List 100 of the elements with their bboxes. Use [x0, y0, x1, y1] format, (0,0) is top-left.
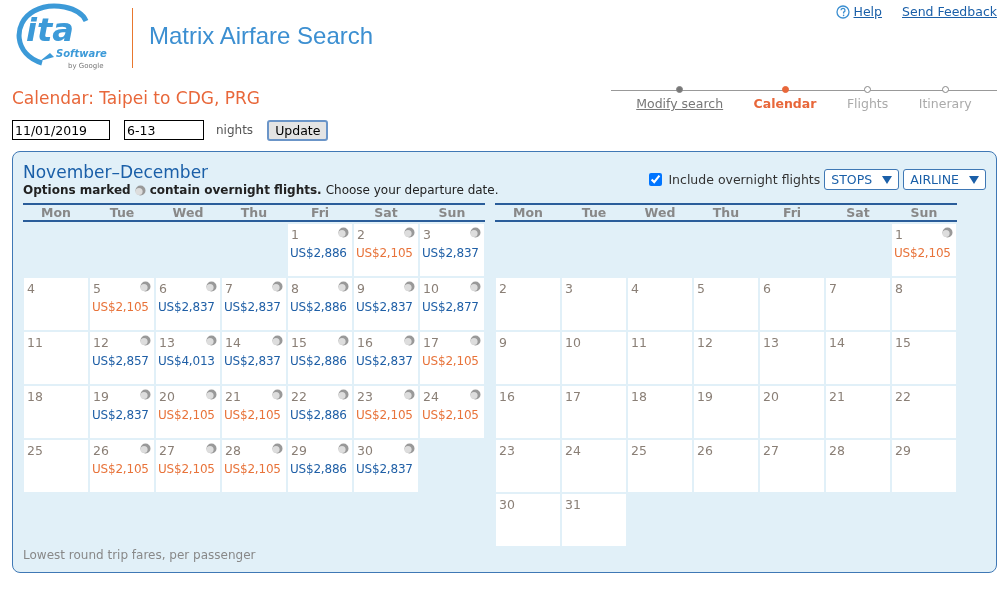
- fare-link[interactable]: US$2,837: [356, 354, 418, 368]
- day-cell[interactable]: 14 US$2,837: [222, 332, 286, 384]
- day-number: 11: [26, 335, 43, 350]
- filter-dropdown[interactable]: AIRLINE: [903, 169, 986, 190]
- day-cell[interactable]: 16 US$2,837: [354, 332, 418, 384]
- day-number: 29: [894, 443, 911, 458]
- weekday-header: Sat: [373, 205, 399, 220]
- day-number: 23: [498, 443, 515, 458]
- day-number: 9: [356, 281, 365, 296]
- day-number: 3: [422, 227, 431, 242]
- nights-label: nights: [216, 123, 254, 137]
- fare-link[interactable]: US$2,837: [224, 300, 286, 314]
- overnight-checkbox[interactable]: [649, 173, 663, 186]
- day-cell[interactable]: 10 US$2,877: [420, 278, 484, 330]
- weekday-header: Tue: [108, 205, 136, 220]
- date-field[interactable]: 11/01/2019: [12, 120, 110, 140]
- day-cell[interactable]: 13 US$4,013: [156, 332, 220, 384]
- day-cell[interactable]: 12 US$2,857: [90, 332, 154, 384]
- fare-link[interactable]: US$4,013: [158, 354, 220, 368]
- day-number: 10: [564, 335, 581, 350]
- day-cell[interactable]: 2 US$2,105: [354, 224, 418, 276]
- day-number: 4: [630, 281, 639, 296]
- day-cell[interactable]: 15 US$2,886: [288, 332, 352, 384]
- day-cell[interactable]: 20 US$2,105: [156, 386, 220, 438]
- checkbox-label: Include overnight flights: [668, 172, 821, 187]
- fare-link[interactable]: US$2,837: [356, 300, 418, 314]
- weekday-header: Fri: [309, 205, 331, 220]
- day-number: 8: [290, 281, 299, 296]
- weekday-header: Wed: [171, 205, 205, 220]
- day-cell[interactable]: 9 US$2,837: [354, 278, 418, 330]
- day-number: 8: [894, 281, 903, 296]
- weekday-header: Sun: [437, 205, 467, 220]
- day-number: 24: [564, 443, 581, 458]
- calendar-title: November–December: [23, 162, 210, 182]
- day-number: 16: [498, 389, 515, 404]
- day-cell[interactable]: 28 US$2,105: [222, 440, 286, 492]
- feedback-link[interactable]: Send Feedback: [902, 4, 997, 19]
- fare-link[interactable]: US$2,886: [290, 246, 352, 260]
- day-number: 10: [422, 281, 439, 296]
- day-number: 22: [290, 389, 307, 404]
- day-cell[interactable]: 24 US$2,105: [420, 386, 484, 438]
- day-cell[interactable]: 22 US$2,886: [288, 386, 352, 438]
- day-cell[interactable]: 26 US$2,105: [90, 440, 154, 492]
- day-number: 24: [422, 389, 439, 404]
- note-text: Options marked: [23, 183, 131, 197]
- update-button[interactable]: Update: [267, 119, 329, 141]
- fare-link[interactable]: US$2,837: [422, 246, 484, 260]
- fare-link[interactable]: US$2,886: [290, 300, 352, 314]
- weekday-header: Sat: [845, 205, 871, 220]
- day-cell[interactable]: 1 US$2,886: [288, 224, 352, 276]
- filter-dropdown[interactable]: STOPS: [824, 169, 900, 190]
- day-number: 17: [422, 335, 439, 350]
- fare-link[interactable]: US$2,837: [356, 462, 418, 476]
- nights-field[interactable]: 6-13: [124, 120, 204, 140]
- day-number: 28: [828, 443, 845, 458]
- day-number: 7: [224, 281, 233, 296]
- day-number: 26: [92, 443, 109, 458]
- day-number: 21: [224, 389, 241, 404]
- instruction-text: Choose your departure date.: [325, 183, 499, 197]
- fare-link[interactable]: US$2,837: [224, 354, 286, 368]
- day-number: 15: [894, 335, 911, 350]
- day-number: 13: [762, 335, 779, 350]
- weekday-header: Tue: [580, 205, 608, 220]
- day-number: 21: [828, 389, 845, 404]
- day-number: 6: [158, 281, 167, 296]
- day-cell[interactable]: 23 US$2,105: [354, 386, 418, 438]
- day-cell[interactable]: 8 US$2,886: [288, 278, 352, 330]
- fare-link[interactable]: US$2,857: [92, 354, 154, 368]
- fare-link[interactable]: US$2,837: [158, 300, 220, 314]
- note-text: contain overnight flights.: [149, 183, 322, 197]
- day-number: 14: [828, 335, 845, 350]
- day-number: 1: [290, 227, 299, 242]
- day-cell[interactable]: 19 US$2,837: [90, 386, 154, 438]
- day-cell[interactable]: 21 US$2,105: [222, 386, 286, 438]
- day-number: 31: [564, 497, 581, 512]
- day-number: 11: [630, 335, 647, 350]
- day-cell[interactable]: 6 US$2,837: [156, 278, 220, 330]
- day-cell[interactable]: 1 US$2,105: [892, 224, 956, 276]
- day-number: 15: [290, 335, 307, 350]
- day-number: 5: [92, 281, 101, 296]
- day-cell[interactable]: 29 US$2,886: [288, 440, 352, 492]
- day-cell[interactable]: 3 US$2,837: [420, 224, 484, 276]
- day-number: 22: [894, 389, 911, 404]
- day-cell[interactable]: 27 US$2,105: [156, 440, 220, 492]
- day-number: 27: [158, 443, 175, 458]
- fare-link[interactable]: US$2,886: [290, 408, 352, 422]
- day-cell[interactable]: 5 US$2,105: [90, 278, 154, 330]
- fare-link[interactable]: US$2,837: [92, 408, 154, 422]
- fare-link[interactable]: US$2,886: [290, 354, 352, 368]
- day-number: 29: [290, 443, 307, 458]
- day-cell[interactable]: 7 US$2,837: [222, 278, 286, 330]
- day-cell[interactable]: 30 US$2,837: [354, 440, 418, 492]
- day-number: 23: [356, 389, 373, 404]
- day-cell[interactable]: 17 US$2,105: [420, 332, 484, 384]
- fare-link[interactable]: US$2,877: [422, 300, 484, 314]
- help-link[interactable]: Help: [835, 4, 882, 19]
- fare-link[interactable]: US$2,886: [290, 462, 352, 476]
- weekday-header: Mon: [40, 205, 72, 220]
- weekday-header: Mon: [512, 205, 544, 220]
- day-number: 25: [630, 443, 647, 458]
